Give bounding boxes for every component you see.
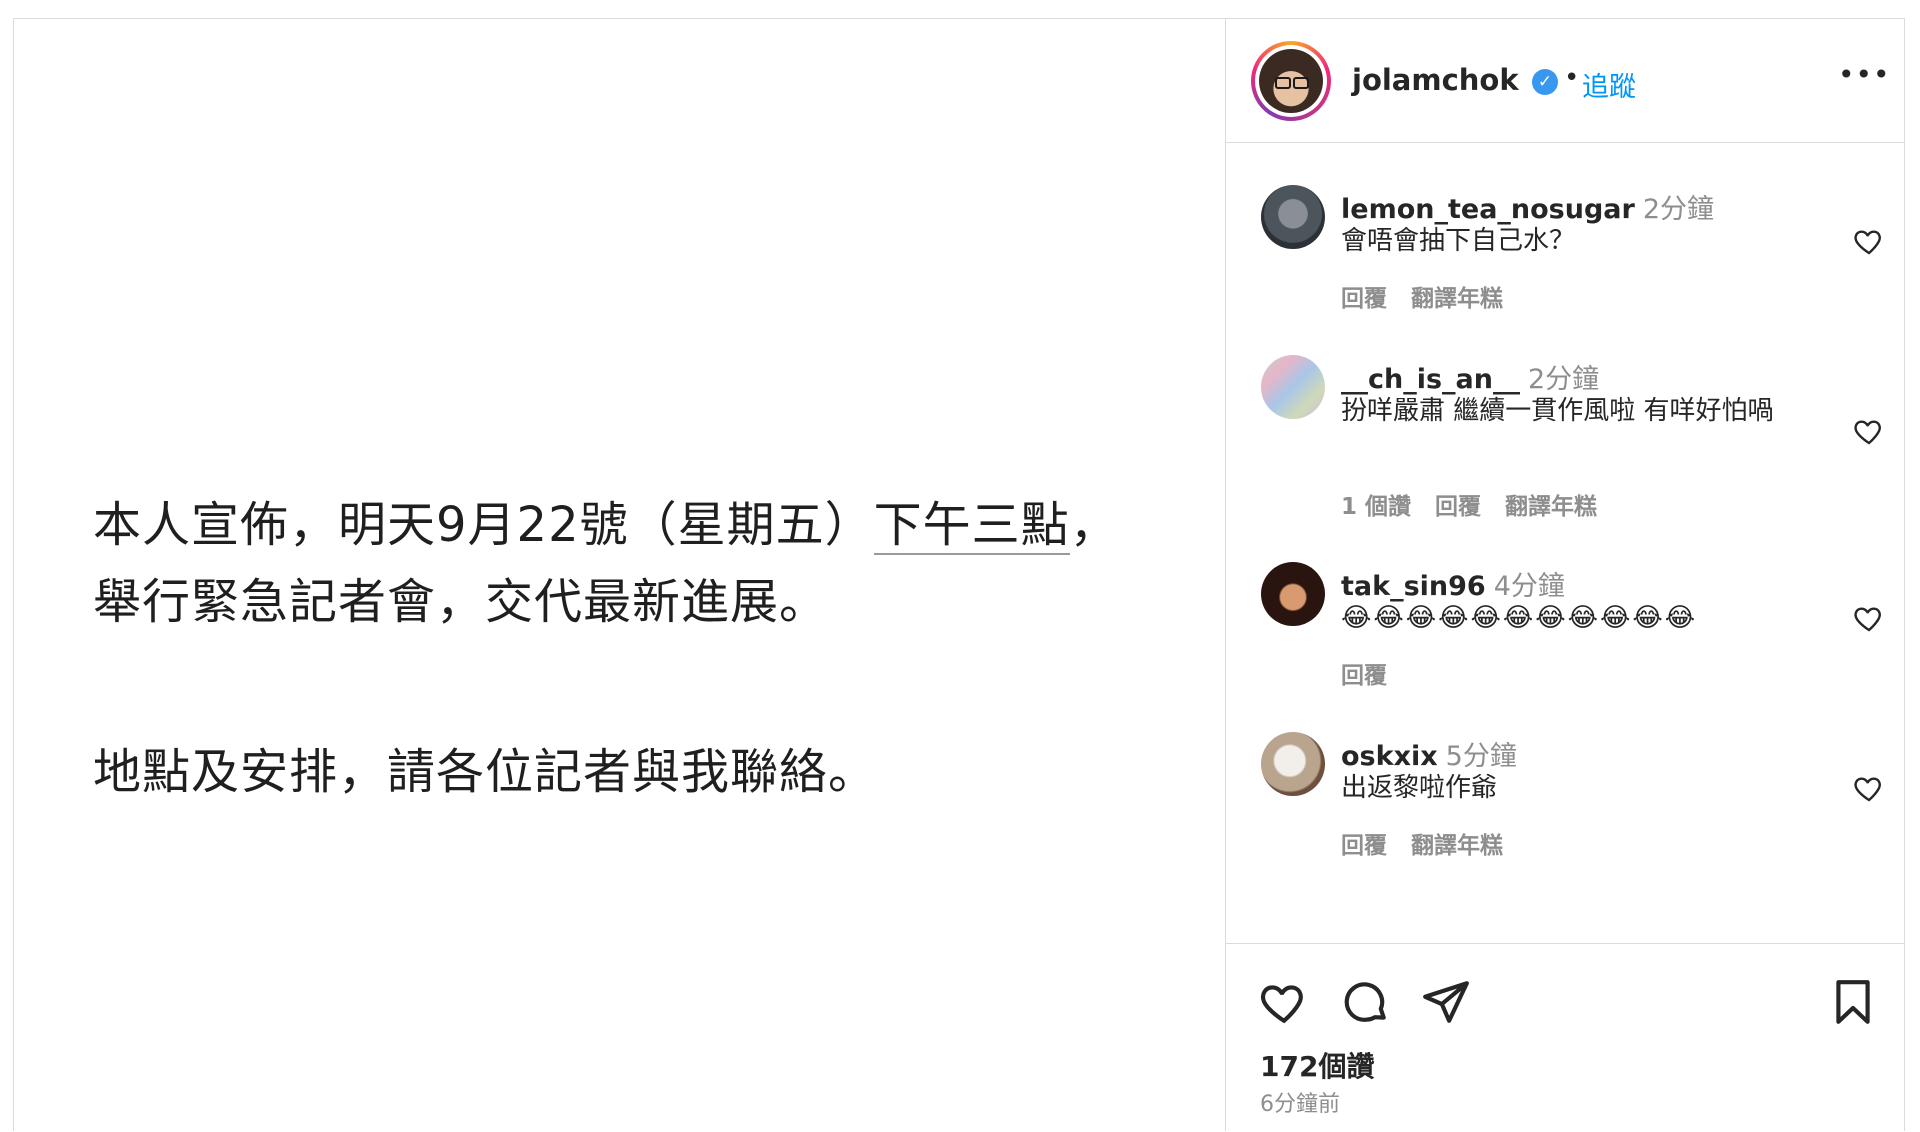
commenter-avatar[interactable] [1261, 185, 1325, 249]
post-card: 本人宣佈，明天9月22號（星期五）下午三點，舉行緊急記者會，交代最新進展。 地點… [13, 18, 1905, 1131]
comment-heart-icon[interactable] [1852, 415, 1886, 447]
commenter-username[interactable]: oskxix 5分鐘 [1341, 734, 1517, 773]
follow-button[interactable]: 追蹤 [1582, 65, 1636, 104]
comment-heart-icon[interactable] [1852, 225, 1886, 257]
comment-text: 😂😂😂😂😂😂😂😂😂😂😂 [1341, 603, 1698, 633]
avatar-photo [1259, 49, 1323, 113]
post-media: 本人宣佈，明天9月22號（星期五）下午三點，舉行緊急記者會，交代最新進展。 地點… [14, 19, 1226, 1131]
comment-actions: 1 個讚 回覆 翻譯年糕 [1341, 487, 1621, 521]
commenter-username[interactable]: __ch_is_an__ 2分鐘 [1341, 357, 1599, 396]
comment-actions: 回覆 [1341, 656, 1411, 690]
comment-actions: 回覆 翻譯年糕 [1341, 826, 1527, 860]
translate-button[interactable]: 翻譯年糕 [1505, 494, 1597, 520]
comment-time: 5分鐘 [1445, 741, 1517, 772]
comment-likes-count[interactable]: 1 個讚 [1341, 494, 1411, 520]
more-options-icon[interactable]: ••• [1838, 61, 1890, 95]
commenter-avatar[interactable] [1261, 355, 1325, 419]
announcement-paragraph-2: 地點及安排，請各位記者與我聯絡。 [93, 744, 878, 800]
comment-text: 出返黎啦作爺 [1341, 773, 1498, 803]
author-avatar[interactable] [1251, 41, 1331, 121]
post-header: jolamchok ✓ • 追蹤 ••• [1226, 19, 1904, 143]
comment-heart-icon[interactable] [1852, 602, 1886, 634]
verified-badge-icon: ✓ [1532, 69, 1558, 95]
comment-heart-icon[interactable] [1852, 772, 1886, 804]
comment-text: 會唔會抽下自己水？ [1341, 226, 1576, 256]
post-actions-bar: 172個讚 6分鐘前 [1226, 943, 1904, 1132]
side-panel: jolamchok ✓ • 追蹤 ••• lemon_tea_nosugar 2分… [1226, 19, 1904, 1131]
announcement-time-link[interactable]: 下午三點 [873, 497, 1070, 555]
post-timestamp[interactable]: 6分鐘前 [1260, 1086, 1340, 1118]
reply-button[interactable]: 回覆 [1435, 494, 1481, 520]
comment-text: 扮咩嚴肅 繼續一貫作風啦 有咩好怕喎 [1341, 396, 1774, 426]
separator-dot: • [1564, 63, 1580, 93]
commenter-avatar[interactable] [1261, 562, 1325, 626]
comment-time: 2分鐘 [1528, 364, 1600, 395]
translate-button[interactable]: 翻譯年糕 [1411, 833, 1503, 859]
comment-time: 4分鐘 [1493, 571, 1565, 602]
author-username[interactable]: jolamchok [1352, 63, 1519, 97]
translate-button[interactable]: 翻譯年糕 [1411, 286, 1503, 312]
commenter-username[interactable]: lemon_tea_nosugar 2分鐘 [1341, 187, 1714, 226]
comment-bubble-icon[interactable] [1341, 977, 1391, 1027]
reply-button[interactable]: 回覆 [1341, 286, 1387, 312]
announcement-paragraph-1: 本人宣佈，明天9月22號（星期五）下午三點，舉行緊急記者會，交代最新進展。 [93, 487, 1133, 641]
comments-list: lemon_tea_nosugar 2分鐘 會唔會抽下自己水？ 回覆 翻譯年糕 __… [1226, 143, 1904, 943]
commenter-username[interactable]: tak_sin96 4分鐘 [1341, 564, 1565, 603]
comment-time: 2分鐘 [1642, 194, 1715, 225]
comment-actions: 回覆 翻譯年糕 [1341, 279, 1527, 313]
paper-plane-icon[interactable] [1421, 977, 1471, 1027]
likes-count[interactable]: 172個讚 [1260, 1045, 1374, 1085]
reply-button[interactable]: 回覆 [1341, 663, 1387, 689]
bookmark-icon[interactable] [1828, 977, 1878, 1027]
heart-icon[interactable] [1259, 977, 1309, 1027]
commenter-avatar[interactable] [1261, 732, 1325, 796]
reply-button[interactable]: 回覆 [1341, 833, 1387, 859]
announcement-text: 本人宣佈，明天9月22號（星期五） [93, 497, 874, 553]
